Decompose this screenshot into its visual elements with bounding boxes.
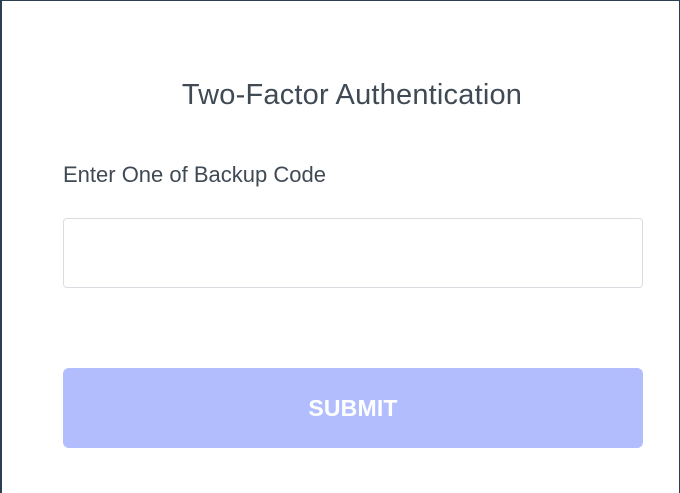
backup-code-label: Enter One of Backup Code (63, 162, 326, 187)
submit-button[interactable]: SUBMIT (63, 368, 643, 448)
backup-code-input[interactable] (63, 218, 643, 288)
dialog-title: Two-Factor Authentication (181, 79, 523, 111)
two-factor-dialog: Two-Factor Authentication Enter One of B… (0, 0, 680, 493)
